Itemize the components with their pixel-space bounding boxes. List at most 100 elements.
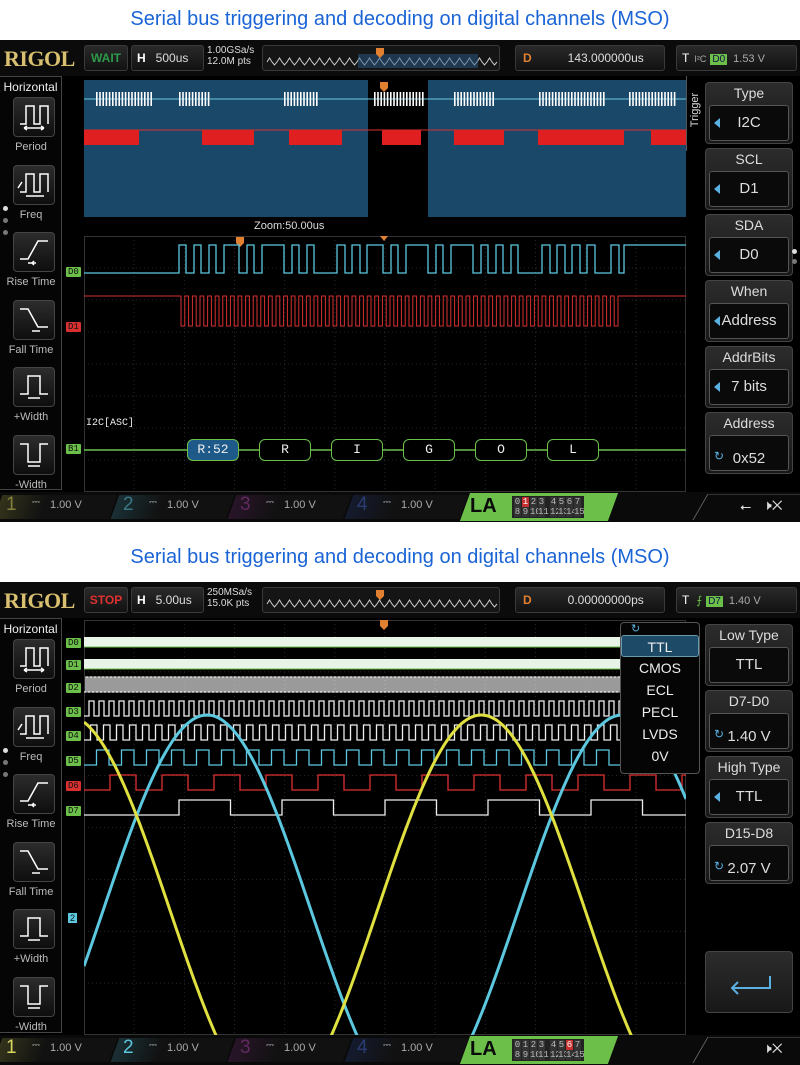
page-indicator-dot[interactable] <box>3 748 8 753</box>
overview-d0-burst <box>137 92 140 106</box>
dropdown-option-pecl[interactable]: PECL <box>621 701 699 723</box>
softkey-sda[interactable]: SDA D0 <box>705 214 793 276</box>
decode-frame[interactable]: L <box>547 439 599 461</box>
dropdown-option-ecl[interactable]: ECL <box>621 679 699 701</box>
decode-frame[interactable]: R:52 <box>187 439 239 461</box>
memory-depth: 15.0K pts <box>207 598 250 609</box>
softkey-d15-d8[interactable]: D15-D8 ↻ 2.07 V <box>705 822 793 884</box>
dc-coupling-icon: ⎓ <box>32 1040 40 1051</box>
b1-bus-tag[interactable]: B1 <box>66 444 81 454</box>
trigger-status-button[interactable]: T I²C D0 1.53 V <box>676 45 797 71</box>
speaker-mute-icon[interactable]: 🕨✕ <box>763 1040 783 1057</box>
measure-freq-button[interactable] <box>13 164 55 205</box>
overview-d0-burst <box>390 92 392 106</box>
trigger-status-button[interactable]: T ⨍ D7 1.40 V <box>676 587 797 613</box>
d1-channel-tag[interactable]: D1 <box>66 322 81 332</box>
measure-rise-time-button[interactable] <box>13 774 55 814</box>
top-status-bar: RIGOL STOP H 5.00us 250MSa/s 15.0K pts D 0.0000… <box>0 582 800 618</box>
bus-decode-label: I2C[ASC] <box>86 418 135 429</box>
h-label: H <box>137 593 146 607</box>
overview-d0-burst <box>377 92 379 106</box>
left-arrow-icon <box>714 382 720 392</box>
measure--width-button[interactable] <box>13 367 55 407</box>
dropdown-option-lvds[interactable]: LVDS <box>621 723 699 745</box>
overview-d0-burst <box>182 92 184 106</box>
page-indicator-dot[interactable] <box>3 230 8 235</box>
overview-d0-burst <box>651 92 653 106</box>
run-status-button[interactable]: WAIT <box>84 45 128 71</box>
waveform-display[interactable] <box>82 620 688 1065</box>
overview-d0-burst <box>306 92 308 106</box>
d2-channel-tag[interactable]: D2 <box>66 683 81 693</box>
decode-frame[interactable]: G <box>403 439 455 461</box>
horizontal-timebase-button[interactable]: H 500us <box>131 45 204 71</box>
overview-d0-burst <box>422 92 424 106</box>
overview-d0-burst <box>207 92 210 106</box>
overview-d0-burst <box>492 92 494 106</box>
overview-d0-burst <box>374 92 376 106</box>
overview-d0-burst <box>641 92 644 106</box>
softkey-addrbits[interactable]: AddrBits 7 bits <box>705 346 793 408</box>
d3-channel-tag[interactable]: D3 <box>66 707 81 717</box>
menu-page-dot[interactable] <box>792 259 797 264</box>
low-type-dropdown[interactable]: ↻ TTL CMOS ECL PECL LVDS 0V <box>620 622 700 774</box>
dc-coupling-icon: ⎓ <box>266 1040 274 1051</box>
trigger-delay-button[interactable]: D 0.00000000ps <box>515 587 665 613</box>
d0-channel-tag[interactable]: D0 <box>66 267 81 277</box>
dropdown-option-cmos[interactable]: CMOS <box>621 657 699 679</box>
trigger-delay-button[interactable]: D 143.000000us <box>515 45 665 71</box>
softkey-scl[interactable]: SCL D1 <box>705 148 793 210</box>
softkey-d7-d0[interactable]: D7-D0 ↻ 1.40 V <box>705 690 793 752</box>
decode-frame[interactable]: O <box>475 439 527 461</box>
measure-freq-button[interactable] <box>13 706 55 747</box>
measure-fall-time-button[interactable] <box>13 299 55 340</box>
memory-overview-bar[interactable] <box>262 587 500 613</box>
softkey-address[interactable]: Address ↻ 0x52 <box>705 412 793 474</box>
rising-edge-icon: ⨍ <box>696 595 703 607</box>
d6-channel-tag[interactable]: D6 <box>66 781 81 791</box>
h-value: 5.00us <box>155 593 192 607</box>
memory-overview-bar[interactable] <box>262 45 500 71</box>
dropdown-option-0v[interactable]: 0V <box>621 745 699 767</box>
la-channel-0: 0 <box>514 1040 521 1050</box>
dc-coupling-icon: ⎓ <box>149 497 157 508</box>
measure--width-button[interactable] <box>13 434 55 475</box>
softkey-value: 7 bits <box>709 369 789 405</box>
measure-period-button[interactable] <box>13 639 55 679</box>
status-divider <box>692 1037 800 1063</box>
measure-fall-time-button[interactable] <box>13 841 55 882</box>
run-status-button[interactable]: STOP <box>84 587 128 613</box>
d0-channel-tag[interactable]: D0 <box>66 638 81 648</box>
return-button[interactable] <box>705 951 793 1013</box>
measure-period-button[interactable] <box>13 97 55 137</box>
d7-channel-tag[interactable]: D7 <box>66 806 81 816</box>
page-indicator-dot[interactable] <box>3 218 8 223</box>
measure--width-button[interactable] <box>13 909 55 949</box>
softkey-high-type[interactable]: High Type TTL <box>705 756 793 818</box>
d5-channel-tag[interactable]: D5 <box>66 756 81 766</box>
overview-d0-burst <box>386 92 389 106</box>
knob-icon: ↻ <box>714 859 725 873</box>
la-label: LA <box>470 495 497 517</box>
page-indicator-dot[interactable] <box>3 772 8 777</box>
decode-frame[interactable]: I <box>331 439 383 461</box>
d1-channel-tag[interactable]: D1 <box>66 660 81 670</box>
ch2-marker-tag[interactable]: 2 <box>68 913 78 923</box>
measure-rise-time-button[interactable] <box>13 232 55 272</box>
page-indicator-dot[interactable] <box>3 206 8 211</box>
softkey-when[interactable]: When Address <box>705 280 793 342</box>
softkey-low-type[interactable]: Low Type TTL <box>705 624 793 686</box>
measure--width-button[interactable] <box>13 976 55 1017</box>
d4-channel-tag[interactable]: D4 <box>66 731 81 741</box>
decode-frame[interactable]: R <box>259 439 311 461</box>
waveform-display[interactable]: Zoom:50.00us I2C[ASC] R:52 R I G O L <box>84 78 686 492</box>
speaker-mute-icon[interactable]: 🕨✕ <box>763 497 783 514</box>
horizontal-timebase-button[interactable]: H 5.00us <box>131 587 204 613</box>
menu-page-dot[interactable] <box>792 249 797 254</box>
usb-icon: ⭠ <box>740 498 752 514</box>
dropdown-option-ttl[interactable]: TTL <box>621 635 699 657</box>
softkey-type[interactable]: Type I2C <box>705 82 793 144</box>
overview-d0-burst <box>670 92 673 106</box>
page-indicator-dot[interactable] <box>3 760 8 765</box>
ch1-waveform <box>83 713 648 1065</box>
